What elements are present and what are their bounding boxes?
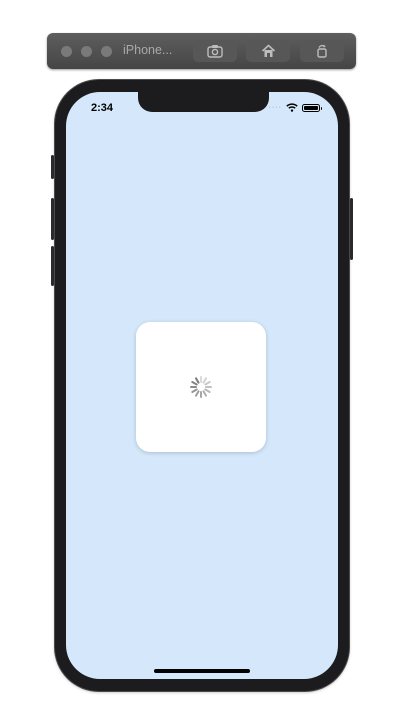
- screenshot-button[interactable]: [193, 40, 237, 62]
- simulator-title: iPhone...: [123, 43, 173, 57]
- rotate-button[interactable]: [300, 40, 344, 62]
- zoom-window-button[interactable]: [101, 46, 112, 57]
- minimize-window-button[interactable]: [81, 46, 92, 57]
- device-screen[interactable]: 2:34 ····: [66, 92, 338, 679]
- loading-card: [136, 322, 266, 452]
- activity-spinner-icon: [190, 376, 212, 398]
- volume-up-button: [51, 198, 54, 240]
- status-time: 2:34: [91, 102, 114, 114]
- simulator-toolbar: iPhone...: [47, 33, 356, 69]
- status-icons: ····: [268, 103, 322, 112]
- power-button: [350, 198, 353, 260]
- iphone-device-frame: 2:34 ····: [51, 80, 353, 691]
- volume-down-button: [51, 246, 54, 286]
- signal-dots-icon: ····: [268, 103, 282, 111]
- rotate-icon: [317, 44, 327, 58]
- notch: [138, 92, 269, 112]
- screenshot-icon: [207, 45, 223, 58]
- wifi-icon: [286, 103, 298, 112]
- close-window-button[interactable]: [61, 46, 72, 57]
- battery-icon: [302, 103, 322, 112]
- home-icon: [261, 44, 275, 57]
- home-indicator[interactable]: [154, 669, 250, 673]
- home-button[interactable]: [246, 40, 290, 62]
- silent-switch: [51, 155, 54, 179]
